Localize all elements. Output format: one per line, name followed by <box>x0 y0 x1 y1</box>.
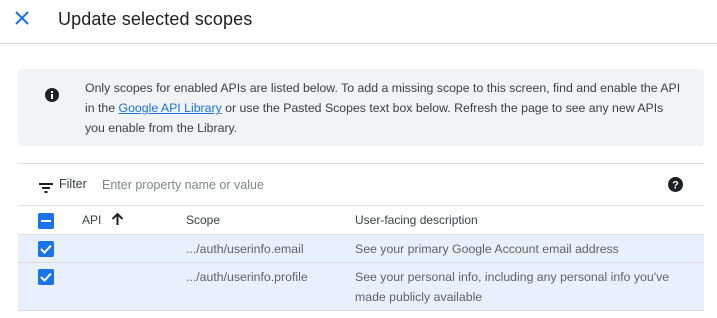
scopes-table: Filter ? API Scope User-facing descripti… <box>18 163 704 311</box>
filter-label: Filter <box>59 177 87 191</box>
dialog-header: Update selected scopes <box>0 0 717 44</box>
info-banner: Only scopes for enabled APIs are listed … <box>18 69 704 146</box>
column-header-description[interactable]: User-facing description <box>355 213 478 227</box>
description-cell: See your primary Google Account email ad… <box>355 242 619 256</box>
close-icon[interactable] <box>15 10 29 30</box>
svg-text:?: ? <box>672 179 679 191</box>
api-library-link[interactable]: Google API Library <box>119 101 222 115</box>
info-text: Only scopes for enabled APIs are listed … <box>85 78 685 138</box>
close-button[interactable] <box>8 6 36 34</box>
description-cell: See your personal info, including any pe… <box>355 270 670 304</box>
help-icon[interactable]: ? <box>668 177 683 192</box>
info-icon <box>45 88 59 102</box>
sort-ascending-icon[interactable] <box>111 212 124 226</box>
row-checkbox[interactable] <box>38 269 54 285</box>
table-row[interactable]: .../auth/userinfo.email See your primary… <box>18 235 704 263</box>
column-header-api[interactable]: API <box>82 213 101 227</box>
page-title: Update selected scopes <box>58 9 253 29</box>
filter-bar: Filter ? <box>18 164 704 205</box>
scope-cell: .../auth/userinfo.profile <box>186 270 308 284</box>
select-all-checkbox[interactable] <box>38 213 54 229</box>
table-row[interactable]: .../auth/userinfo.profile See your perso… <box>18 263 704 311</box>
filter-icon <box>39 180 53 193</box>
row-checkbox[interactable] <box>38 241 54 257</box>
scope-cell: .../auth/userinfo.email <box>186 242 304 256</box>
table-header: API Scope User-facing description <box>18 205 704 235</box>
filter-input[interactable] <box>102 175 602 195</box>
column-header-scope[interactable]: Scope <box>186 213 220 227</box>
